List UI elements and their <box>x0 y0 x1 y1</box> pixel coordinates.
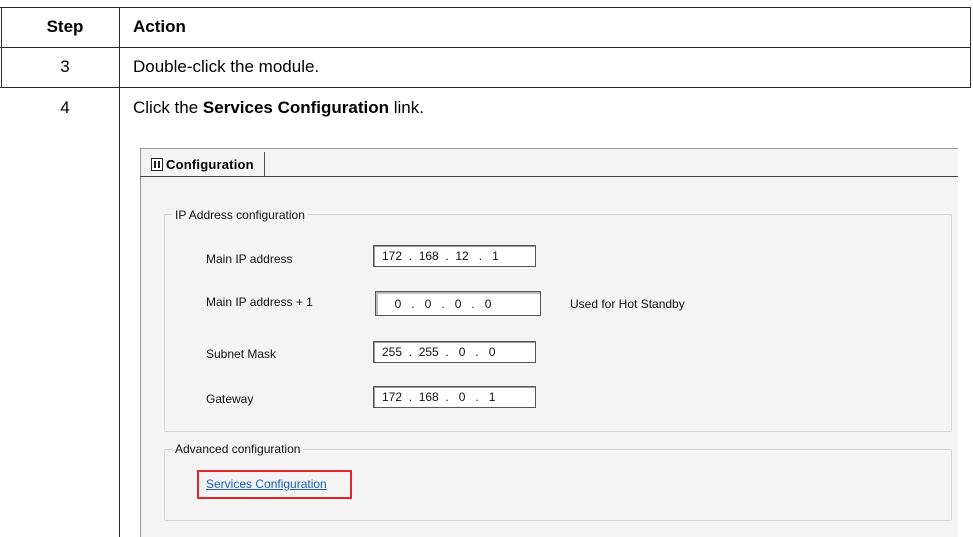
header-action: Action <box>133 17 186 36</box>
table-top-border <box>0 7 971 8</box>
configuration-screenshot: Configuration IP Address configuration M… <box>140 148 958 537</box>
hot-standby-note: Used for Hot Standby <box>570 297 685 311</box>
instruction-table: Step Action 3 Double-click the module. 4… <box>0 0 971 537</box>
row-step-3: 3 <box>60 57 70 76</box>
main-ip-label: Main IP address <box>206 252 293 266</box>
action-bold-term: Services Configuration <box>202 98 390 117</box>
advanced-group-title: Advanced configuration <box>172 442 304 456</box>
main-ip-plus-one-label: Main IP address + 1 <box>206 295 313 309</box>
ip-address-group <box>164 214 952 432</box>
action-prefix: Click the <box>133 98 203 117</box>
row-step-4: 4 <box>60 98 70 117</box>
tab-configuration-label: Configuration <box>166 156 254 172</box>
subnet-mask-label: Subnet Mask <box>206 347 277 361</box>
subnet-mask-field[interactable]: 255 . 255 . 0 . 0 <box>373 341 536 363</box>
main-ip-field[interactable]: 172 . 168 . 12 . 1 <box>373 245 536 267</box>
table-column-divider <box>119 7 120 537</box>
header-step: Step <box>46 17 84 36</box>
row-action-3: Double-click the module. <box>133 57 320 76</box>
ip-group-title: IP Address configuration <box>172 208 308 222</box>
row-action-4: Click the Services Configuration link. <box>133 98 424 118</box>
panel-left-edge <box>140 148 141 537</box>
main-ip-plus-one-field[interactable]: 0 . 0 . 0 . 0 <box>375 291 541 316</box>
table-row-border <box>0 87 971 88</box>
table-header-border <box>0 47 971 48</box>
panel-top-edge <box>140 148 958 149</box>
services-configuration-link[interactable]: Services Configuration <box>206 477 327 491</box>
gateway-label: Gateway <box>206 392 254 406</box>
configuration-icon <box>151 157 163 171</box>
tab-strip-underline <box>140 176 958 177</box>
table-right-border <box>970 7 971 87</box>
tab-configuration[interactable]: Configuration <box>147 152 265 176</box>
action-suffix: link. <box>389 98 424 117</box>
gateway-field[interactable]: 172 . 168 . 0 . 1 <box>373 386 536 408</box>
table-left-border <box>1 7 2 87</box>
